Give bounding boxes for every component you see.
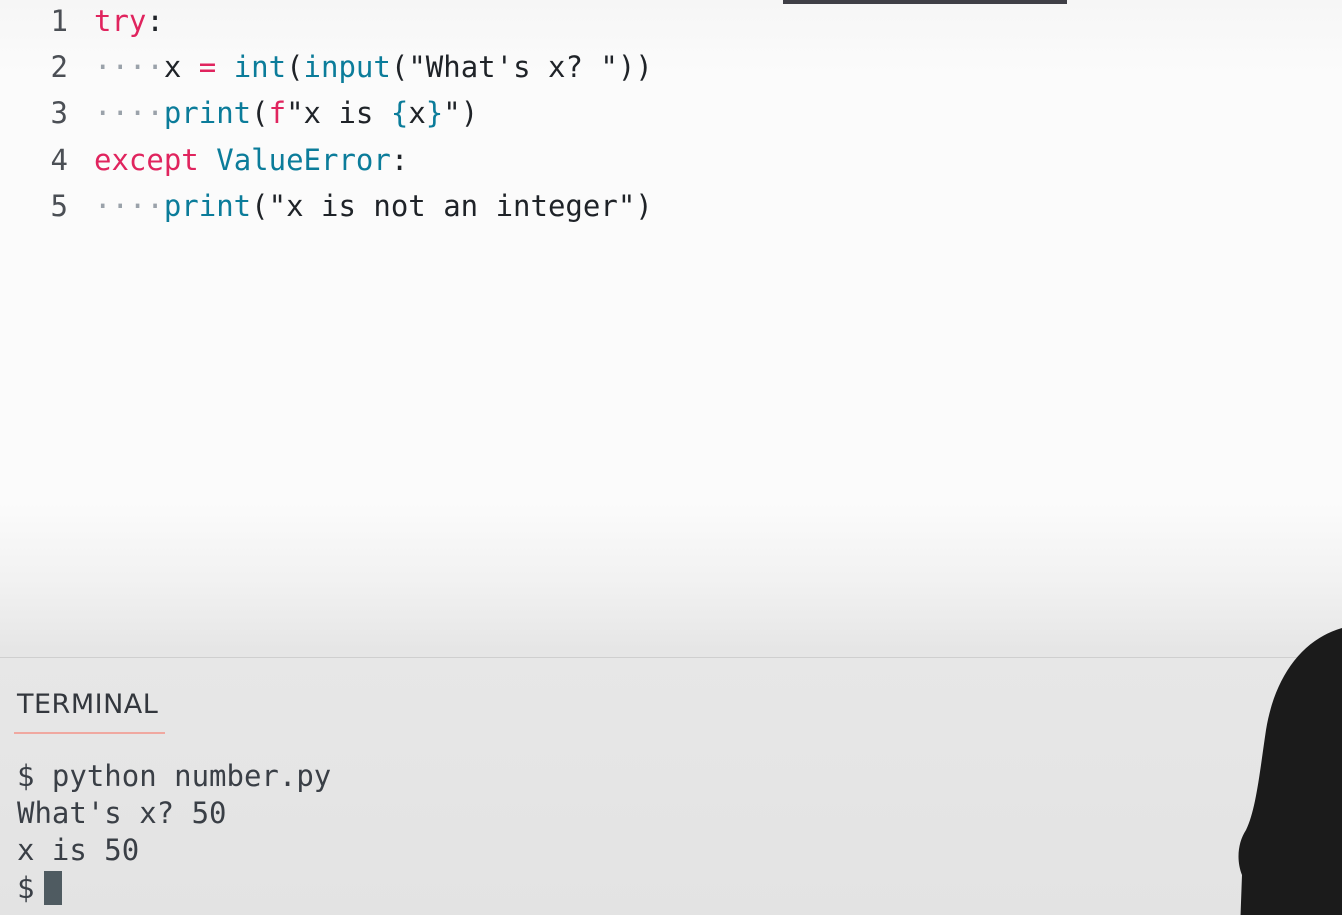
string-literal: "x is not an integer"	[268, 189, 636, 223]
colon: :	[146, 4, 164, 38]
terminal-prompt: $	[17, 871, 35, 905]
terminal-line: x is 50	[17, 833, 140, 867]
active-tab-indicator	[14, 732, 165, 734]
tab-terminal[interactable]: TERMINAL	[17, 689, 158, 720]
function-print: print	[163, 189, 252, 223]
line-number: 4	[50, 143, 68, 177]
screen: 1 try : 2 ···· x = int ( input ( "What's…	[0, 0, 1342, 915]
code-editor[interactable]: 1 try : 2 ···· x = int ( input ( "What's…	[0, 0, 1000, 620]
string-close: ")	[443, 96, 479, 130]
function-input: input	[303, 50, 391, 84]
paren-open: (	[251, 189, 269, 223]
paren-open: (	[286, 50, 304, 84]
terminal-line: What's x? 50	[17, 796, 227, 830]
paren-open: (	[390, 50, 409, 84]
function-print: print	[163, 96, 252, 130]
presenter-silhouette	[1238, 628, 1342, 915]
keyword-except: except	[94, 143, 199, 177]
terminal-cursor	[44, 871, 63, 905]
string-literal: "What's x? "	[408, 50, 618, 84]
indent-dots: ····	[94, 50, 164, 84]
colon: :	[390, 143, 409, 177]
terminal-prompt-line[interactable]: $	[17, 869, 63, 907]
paren-close: )	[635, 189, 653, 223]
keyword-try: try	[94, 4, 147, 38]
fstring-prefix: f	[268, 96, 287, 130]
indent-dots: ····	[94, 96, 164, 130]
brace-open: {	[390, 96, 409, 130]
line-number: 3	[50, 96, 68, 130]
exception-class: ValueError	[216, 143, 391, 177]
code-line-5[interactable]: 5 ···· print ( "x is not an integer" )	[0, 186, 653, 226]
function-int: int	[216, 50, 287, 84]
paren-open: (	[251, 96, 269, 130]
code-line-1[interactable]: 1 try :	[0, 1, 164, 41]
indent-dots: ····	[94, 189, 164, 223]
brace-close: }	[425, 96, 444, 130]
code-line-2[interactable]: 2 ···· x = int ( input ( "What's x? " ))	[0, 47, 653, 87]
paren-close: ))	[617, 50, 653, 84]
terminal-line: $ python number.py	[17, 759, 332, 793]
code-line-4[interactable]: 4 except ValueError :	[0, 140, 409, 180]
terminal-panel[interactable]: TERMINAL $ python number.py What's x? 50…	[0, 658, 1342, 915]
line-number: 2	[50, 50, 68, 84]
identifier-x: x	[163, 50, 199, 84]
line-number: 1	[50, 4, 68, 38]
string-literal: "x is	[286, 96, 391, 130]
assign-operator: =	[198, 50, 217, 84]
identifier-x: x	[408, 96, 426, 130]
code-line-3[interactable]: 3 ···· print ( f "x is { x } ")	[0, 93, 479, 133]
line-number: 5	[50, 189, 68, 223]
